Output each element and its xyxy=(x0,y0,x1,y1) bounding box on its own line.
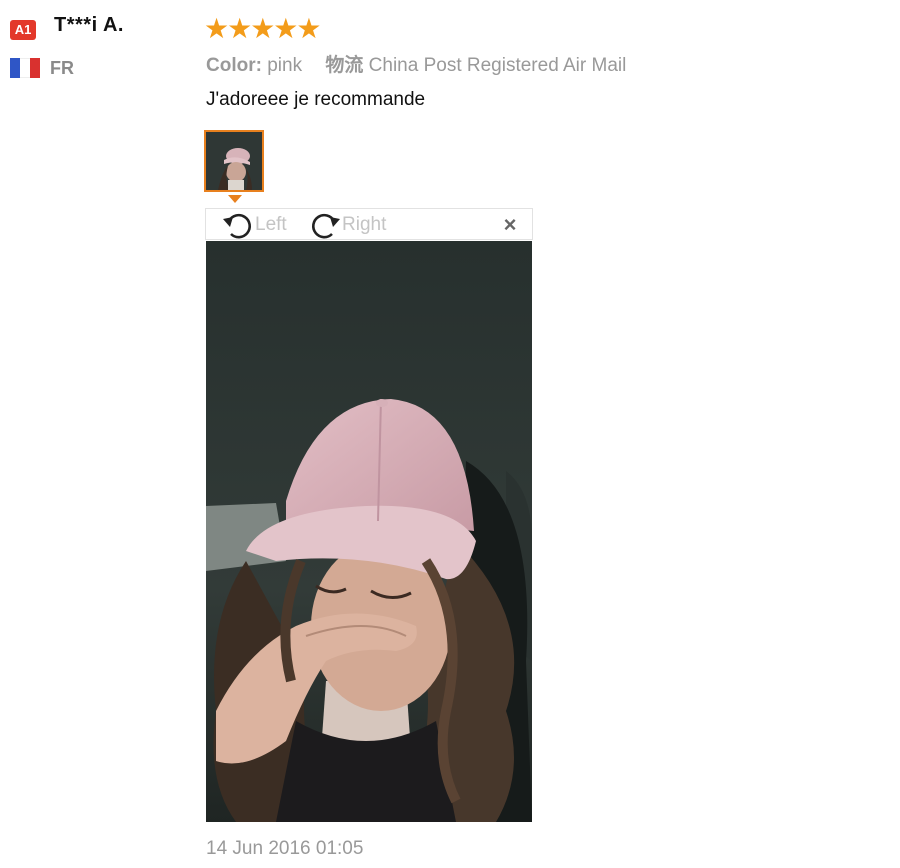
country-flag-icon xyxy=(10,58,40,78)
reviewer-country: FR xyxy=(50,58,74,78)
rotate-right-icon xyxy=(312,213,340,239)
close-viewer-button[interactable]: × xyxy=(498,213,522,237)
color-value: pink xyxy=(267,55,303,76)
reviewer-name: T***i A. xyxy=(54,14,124,36)
review-meta: Color: pink 物流 China Post Registered Air… xyxy=(206,50,626,77)
review-photo-thumbnail[interactable] xyxy=(204,130,264,192)
review-text: J'adoreee je recommande xyxy=(206,89,426,110)
rotate-left-button[interactable]: Left xyxy=(221,211,287,239)
color-label: Color: xyxy=(206,55,262,76)
shipping-label: 物流 xyxy=(325,55,364,76)
rotate-left-icon xyxy=(223,213,251,239)
photo-viewer-toolbar: Left Right × xyxy=(205,208,533,240)
rotate-left-label: Left xyxy=(255,214,287,235)
star-rating: ★★★★★ xyxy=(204,13,322,44)
review-date: 14 Jun 2016 01:05 xyxy=(206,838,364,859)
review-photo-large xyxy=(206,241,532,822)
rotate-right-button[interactable]: Right xyxy=(306,211,386,239)
rotate-right-label: Right xyxy=(342,214,387,235)
buyer-level-badge: A1 xyxy=(10,20,36,40)
shipping-value: China Post Registered Air Mail xyxy=(368,55,627,76)
thumbnail-pointer-icon xyxy=(228,195,242,203)
